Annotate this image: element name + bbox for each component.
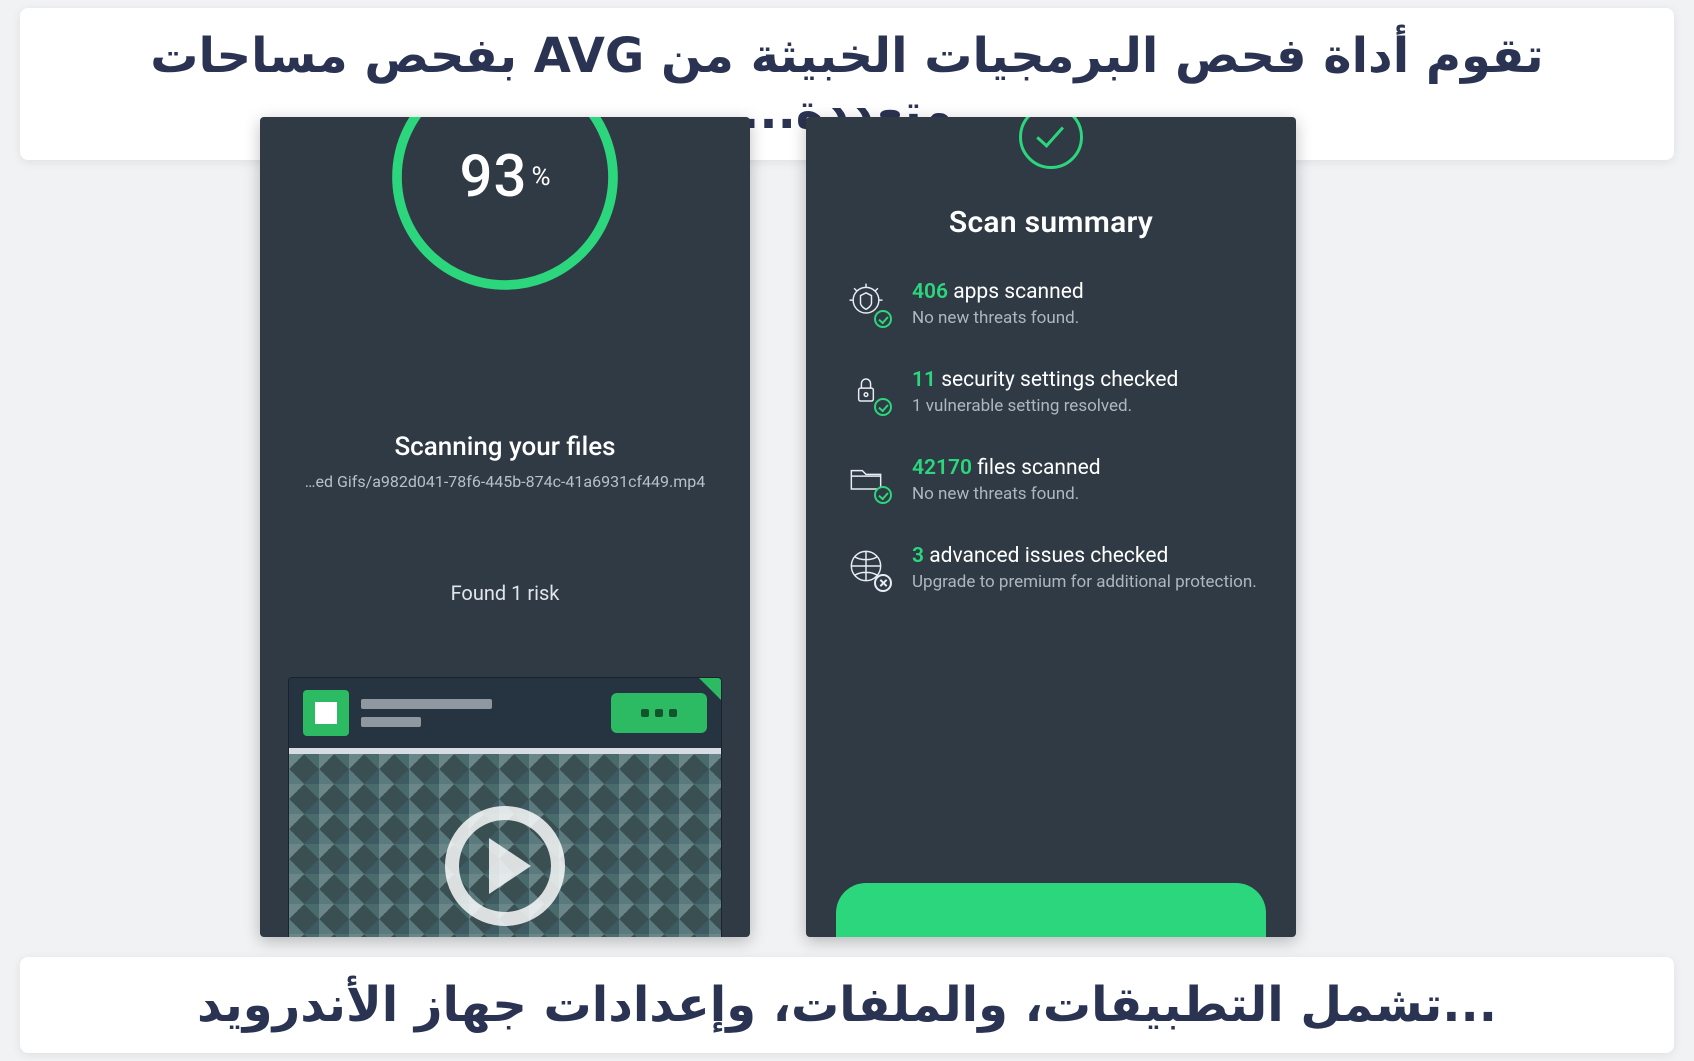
caption-bottom: ...تشمل التطبيقات، والملفات، وإعدادات جه… [20,957,1674,1053]
apps-shield-icon [844,280,888,324]
ad-video-area[interactable] [289,754,721,937]
ad-app-icon [303,690,349,736]
lock-shield-icon [844,368,888,412]
advanced-count: 3 [912,544,924,568]
apps-label: apps scanned [948,280,1084,304]
scan-risk-status: Found 1 risk [260,581,750,605]
folder-icon [844,456,888,500]
advanced-label: advanced issues checked [924,544,1168,568]
scan-file-path: …ed Gifs/a982d041-78f6-445b-874c-41a6931… [260,472,750,491]
phone-scanning: 93 % Scanning your files …ed Gifs/a982d0… [260,117,750,937]
files-sub: No new threats found. [912,484,1101,504]
files-count: 42170 [912,456,972,480]
ad-cta-button[interactable] [611,693,707,733]
settings-sub: 1 vulnerable setting resolved. [912,396,1178,416]
apps-sub: No new threats found. [912,308,1084,328]
progress-value: 93 [460,143,528,211]
settings-label: security settings checked [936,368,1178,392]
success-check-icon [1019,117,1083,169]
phone-summary: Scan summary 406 apps scanned No new thr… [806,117,1296,937]
summary-item-files: 42170 files scanned No new threats found… [844,456,1258,504]
summary-item-apps: 406 apps scanned No new threats found. [844,280,1258,328]
scan-title: Scanning your files [260,432,750,462]
advanced-sub: Upgrade to premium for additional protec… [912,572,1257,592]
ad-banner[interactable] [288,677,722,937]
apps-count: 406 [912,280,948,304]
primary-action-button[interactable] [836,883,1266,937]
percent-symbol: % [531,162,550,192]
progress-ring: 93 % [260,117,750,362]
summary-item-advanced: 3 advanced issues checked Upgrade to pre… [844,544,1258,592]
settings-count: 11 [912,368,936,392]
summary-item-settings: 11 security settings checked 1 vulnerabl… [844,368,1258,416]
summary-title: Scan summary [806,205,1296,240]
files-label: files scanned [972,456,1101,480]
play-icon[interactable] [445,806,565,926]
globe-icon [844,544,888,588]
